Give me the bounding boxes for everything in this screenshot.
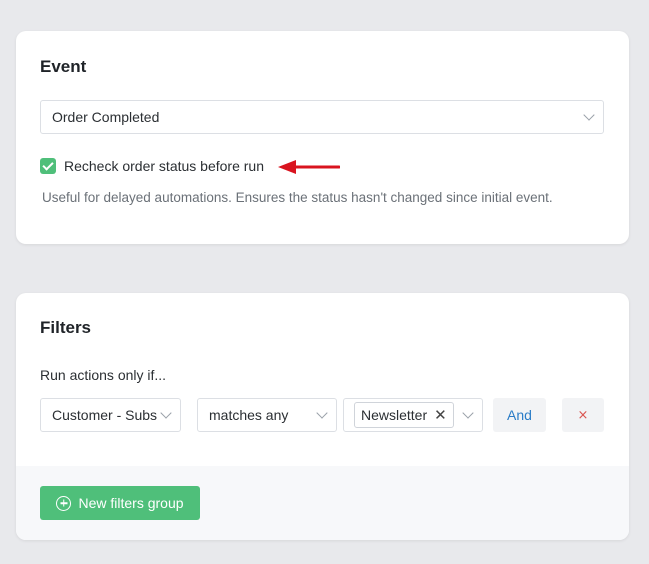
filter-value-select[interactable]: Newsletter ✕ <box>343 398 483 432</box>
filter-value-tag: Newsletter ✕ <box>354 402 454 428</box>
filter-operator-value: matches any <box>209 407 289 423</box>
chevron-down-icon <box>160 407 172 419</box>
red-arrow-icon <box>278 160 340 174</box>
recheck-label: Recheck order status before run <box>64 158 264 174</box>
event-title: Event <box>40 57 87 76</box>
filter-operator-select[interactable]: matches any <box>197 398 337 432</box>
plus-circle-icon <box>56 495 72 511</box>
event-card: Event Order Completed Recheck order stat… <box>16 31 629 244</box>
close-icon[interactable]: ✕ <box>434 406 447 424</box>
remove-filter-button[interactable]: × <box>562 398 604 432</box>
filter-field-select[interactable]: Customer - Subs <box>40 398 181 432</box>
recheck-option[interactable]: Recheck order status before run <box>40 158 264 174</box>
filters-card: Filters Run actions only if... Customer … <box>16 293 629 540</box>
chevron-down-icon <box>583 109 595 121</box>
recheck-help-text: Useful for delayed automations. Ensures … <box>42 190 553 205</box>
new-filters-group-label: New filters group <box>78 495 184 511</box>
and-button[interactable]: And <box>493 398 546 432</box>
run-actions-label: Run actions only if... <box>40 367 167 383</box>
new-filters-group-button[interactable]: New filters group <box>40 486 200 520</box>
filter-field-value: Customer - Subs <box>52 407 158 423</box>
filters-footer: New filters group <box>16 466 629 540</box>
event-select[interactable]: Order Completed <box>40 100 604 134</box>
recheck-checkbox[interactable] <box>40 158 56 174</box>
filters-title: Filters <box>40 318 92 337</box>
event-select-value: Order Completed <box>52 109 160 125</box>
chevron-down-icon <box>316 407 328 419</box>
chevron-down-icon <box>462 407 474 419</box>
filter-value-tag-label: Newsletter <box>361 407 428 423</box>
